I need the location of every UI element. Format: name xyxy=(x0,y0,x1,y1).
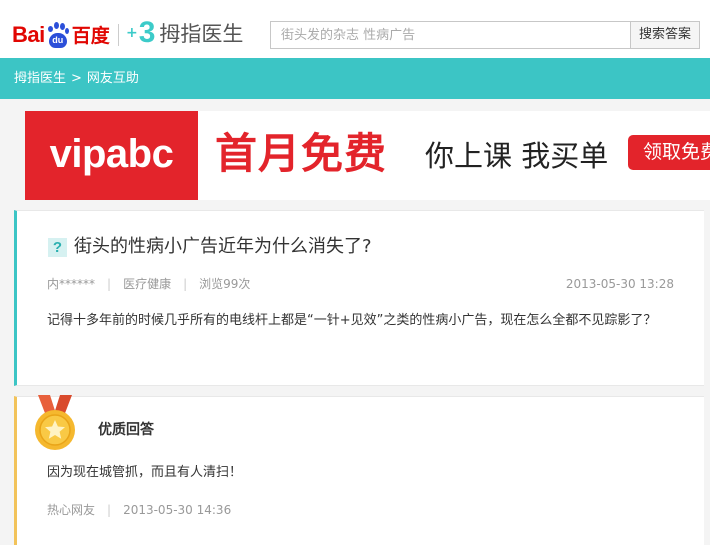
muzhi-logo-text: 拇指医生 xyxy=(159,22,244,46)
meta-divider: | xyxy=(183,277,188,291)
ad-cta-button[interactable]: 领取免费 xyxy=(628,135,710,170)
nav-bar: 拇指医生 > 网友互助 xyxy=(0,58,710,99)
muzhi-doctor-logo[interactable]: + 3 拇指医生 xyxy=(126,18,243,48)
meta-divider: | xyxy=(107,277,112,291)
search-input[interactable] xyxy=(270,21,630,49)
gold-medal-icon xyxy=(35,395,75,450)
baidu-logo-latin: Bai xyxy=(12,22,45,47)
question-category[interactable]: 医疗健康 xyxy=(123,277,171,291)
question-author: 内****** xyxy=(47,277,96,291)
search-answer-button[interactable]: 搜索答案 xyxy=(630,21,700,49)
question-body: 记得十多年前的时候几乎所有的电线杆上都是“一针+见效”之类的性病小广告，现在怎么… xyxy=(47,313,657,328)
breadcrumb-separator: > xyxy=(71,71,82,86)
baidu-paw-icon: du xyxy=(46,22,70,48)
logo-divider xyxy=(118,24,119,46)
meta-divider: | xyxy=(107,503,112,517)
baidu-paw-text: du xyxy=(48,33,67,48)
question-views: 浏览99次 xyxy=(199,277,251,291)
best-answer-label: 优质回答 xyxy=(98,422,154,438)
answer-body: 因为现在城管抓，而且有人清扫！ xyxy=(47,465,243,480)
breadcrumb-home-link[interactable]: 拇指医生 xyxy=(14,71,66,86)
question-title: 街头的性病小广告近年为什么消失了? xyxy=(74,236,372,257)
baidu-logo-cn: 百度 xyxy=(71,25,110,47)
question-mark-icon: ? xyxy=(48,238,67,257)
breadcrumb: 拇指医生 > 网友互助 xyxy=(14,58,139,99)
muzhi-logo-plus: + xyxy=(126,25,138,41)
breadcrumb-current-link[interactable]: 网友互助 xyxy=(87,71,139,86)
answer-author: 热心网友 xyxy=(47,503,96,517)
answer-time: 2013-05-30 14:36 xyxy=(123,503,232,517)
question-time: 2013-05-30 13:28 xyxy=(565,277,674,291)
best-answer-card: 优质回答 因为现在城管抓，而且有人清扫！ 热心网友 | 2013-05-30 14:… xyxy=(14,395,704,545)
ad-banner[interactable]: vipabc 首月免费 你上课 我买单 领取免费 xyxy=(25,111,710,200)
question-meta: 内****** | 医疗健康 | 浏览99次 xyxy=(47,275,250,293)
ad-brand-logo: vipabc xyxy=(25,111,198,200)
top-header: Bai du 百度 + 3 拇指医生 搜索答案 xyxy=(0,0,710,58)
ad-headline: 首月免费 xyxy=(215,129,388,178)
question-card: ? 街头的性病小广告近年为什么消失了? 内****** | 医疗健康 | 浏览99次 2… xyxy=(14,210,704,386)
baidu-logo[interactable]: Bai du 百度 xyxy=(12,18,110,48)
answer-meta: 热心网友 | 2013-05-30 14:36 xyxy=(47,501,231,519)
muzhi-logo-mark: 3 xyxy=(138,16,156,49)
ad-slogan: 你上课 我买单 xyxy=(425,139,609,173)
